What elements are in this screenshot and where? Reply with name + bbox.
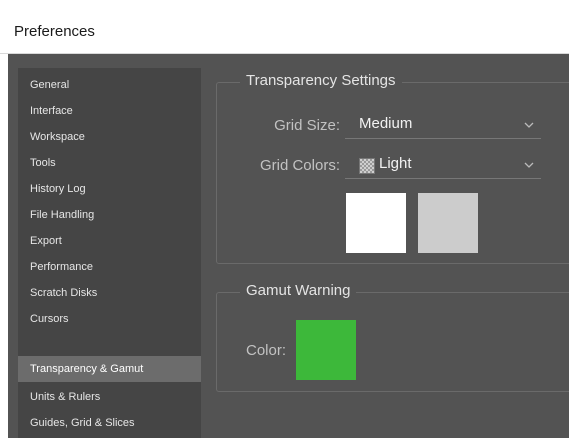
transparency-settings-title: Transparency Settings — [240, 72, 402, 89]
sidebar-item-workspace[interactable]: Workspace — [18, 124, 201, 150]
gamut-warning-title: Gamut Warning — [240, 282, 357, 299]
gamut-color-label: Color: — [245, 342, 286, 359]
sidebar-item-tools[interactable]: Tools — [18, 150, 201, 176]
grid-colors-value: Light — [379, 155, 412, 172]
gamut-color-swatch[interactable] — [296, 320, 356, 380]
chevron-down-icon — [524, 122, 534, 128]
sidebar-item-export[interactable]: Export — [18, 228, 201, 254]
grid-colors-label: Grid Colors: — [259, 157, 340, 174]
sidebar-item-transparency-gamut[interactable]: Transparency & Gamut — [18, 356, 201, 382]
grid-color-swatch-2[interactable] — [418, 193, 478, 253]
chevron-down-icon — [524, 162, 534, 168]
grid-color-swatch-1[interactable] — [346, 193, 406, 253]
grid-colors-dropdown[interactable]: Light — [345, 153, 541, 179]
sidebar-item-scratch-disks[interactable]: Scratch Disks — [18, 280, 201, 306]
grid-size-value: Medium — [359, 115, 413, 132]
sidebar-item-general[interactable]: General — [18, 72, 201, 98]
checker-pattern-icon — [359, 158, 375, 174]
sidebar-item-interface[interactable]: Interface — [18, 98, 201, 124]
sidebar: General Interface Workspace Tools Histor… — [18, 68, 201, 438]
sidebar-item-history-log[interactable]: History Log — [18, 176, 201, 202]
sidebar-item-file-handling[interactable]: File Handling — [18, 202, 201, 228]
grid-size-dropdown[interactable]: Medium — [345, 113, 541, 139]
grid-size-label: Grid Size: — [274, 117, 340, 134]
window-title: Preferences — [14, 23, 95, 40]
title-bar: Preferences — [0, 0, 569, 54]
sidebar-item-units-rulers[interactable]: Units & Rulers — [18, 384, 201, 410]
sidebar-item-guides-grid-slices[interactable]: Guides, Grid & Slices — [18, 410, 201, 436]
sidebar-item-performance[interactable]: Performance — [18, 254, 201, 280]
sidebar-item-cursors[interactable]: Cursors — [18, 306, 201, 332]
